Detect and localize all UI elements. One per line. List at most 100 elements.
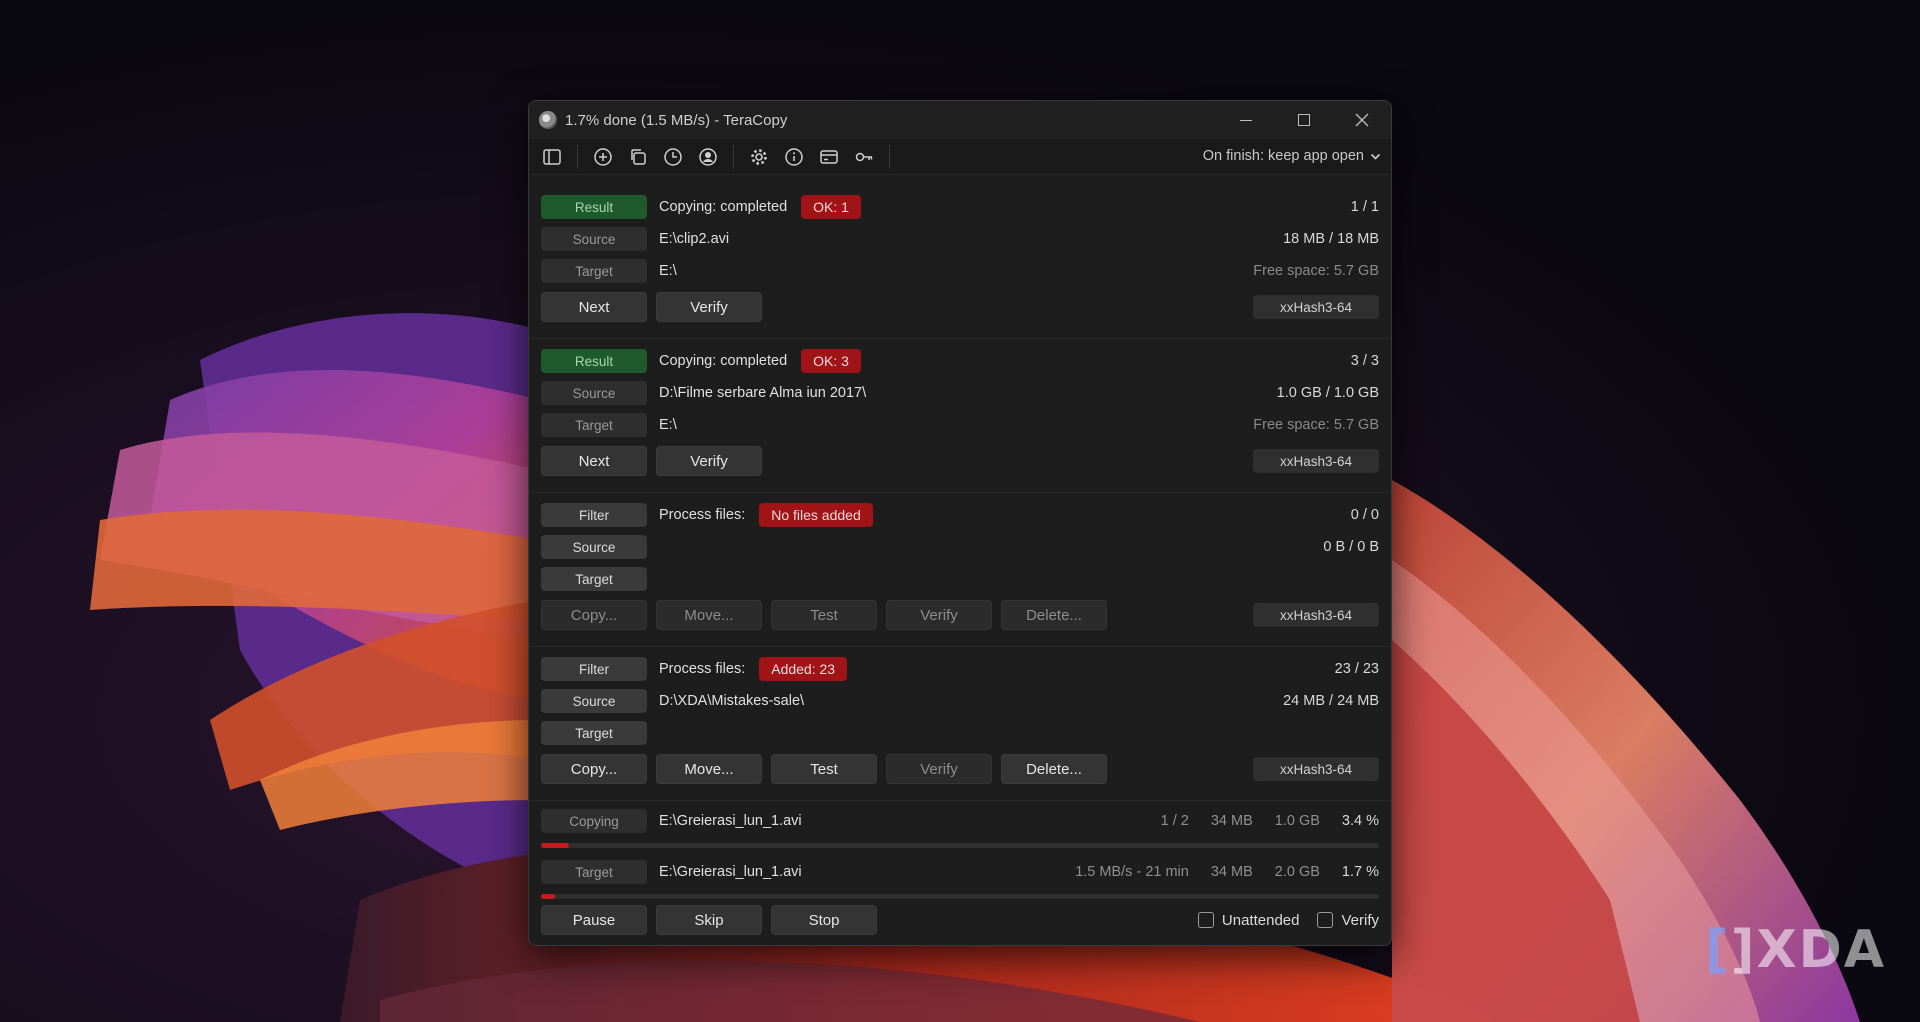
hash-algorithm[interactable]: xxHash3-64 [1253, 449, 1379, 473]
job-panel-4: Filter Process files: Added: 23 23 / 23 … [529, 647, 1391, 801]
source-path: D:\Filme serbare Alma iun 2017\ [659, 385, 867, 401]
status-badge: No files added [759, 503, 873, 527]
verify-button[interactable]: Verify [656, 292, 762, 322]
delete-button[interactable]: Delete... [1001, 754, 1107, 784]
minimize-button[interactable] [1217, 101, 1275, 139]
total-progress-bar [541, 894, 1379, 899]
copy-icon[interactable] [625, 144, 651, 170]
close-button[interactable] [1333, 101, 1391, 139]
gear-icon[interactable] [746, 144, 772, 170]
status-text: Process files: [659, 507, 746, 523]
target-path: E:\ [659, 263, 677, 279]
card-icon[interactable] [816, 144, 842, 170]
maximize-icon [1298, 114, 1310, 126]
move-button[interactable]: Move... [656, 754, 762, 784]
status-text: Copying: completed [659, 199, 788, 215]
verify-button[interactable]: Verify [656, 446, 762, 476]
title-bar[interactable]: 1.7% done (1.5 MB/s) - TeraCopy [529, 101, 1391, 139]
add-icon[interactable] [590, 144, 616, 170]
filter-button[interactable]: Filter [541, 657, 647, 681]
hash-algorithm[interactable]: xxHash3-64 [1253, 295, 1379, 319]
profile-icon[interactable] [695, 144, 721, 170]
source-tag[interactable]: Source [541, 381, 647, 405]
close-icon [1355, 113, 1369, 127]
target-button[interactable]: Target [541, 567, 647, 591]
copy-button[interactable]: Copy... [541, 600, 647, 630]
status-badge: OK: 3 [801, 349, 861, 373]
percent: 3.4 % [1341, 813, 1379, 829]
checkbox-box [1197, 912, 1214, 928]
file-progress-fill [541, 843, 570, 848]
app-icon [539, 111, 557, 129]
hash-algorithm[interactable]: xxHash3-64 [1253, 757, 1379, 781]
bytes-total: 2.0 GB [1274, 864, 1320, 880]
hash-algorithm[interactable]: xxHash3-64 [1253, 603, 1379, 627]
size-progress: 24 MB / 24 MB [1283, 693, 1379, 709]
unattended-label: Unattended [1221, 911, 1300, 929]
next-button[interactable]: Next [541, 446, 647, 476]
pause-button[interactable]: Pause [541, 905, 647, 935]
window-title: 1.7% done (1.5 MB/s) - TeraCopy [565, 111, 788, 129]
delete-button[interactable]: Delete... [1001, 600, 1107, 630]
copy-button[interactable]: Copy... [541, 754, 647, 784]
verify-button[interactable]: Verify [886, 754, 992, 784]
key-icon[interactable] [851, 144, 877, 170]
info-icon[interactable] [781, 144, 807, 170]
toolbar-separator [889, 144, 890, 169]
file-count: 0 / 0 [1350, 507, 1379, 523]
move-button[interactable]: Move... [656, 600, 762, 630]
target-file: E:\Greierasi_lun_1.avi [659, 864, 802, 880]
status-text: Process files: [659, 661, 746, 677]
checkbox-box [1317, 912, 1334, 928]
job-panel-1: Result Copying: completed OK: 1 1 / 1 So… [529, 185, 1391, 339]
sidebar-icon[interactable] [539, 144, 565, 170]
bytes-done: 34 MB [1210, 864, 1253, 880]
total-progress-fill [541, 894, 556, 899]
test-button[interactable]: Test [771, 600, 877, 630]
verify-button[interactable]: Verify [886, 600, 992, 630]
skip-button[interactable]: Skip [656, 905, 762, 935]
size-progress: 0 B / 0 B [1323, 539, 1379, 555]
free-space: Free space: 5.7 GB [1253, 263, 1379, 279]
copying-tag: Copying [541, 809, 647, 833]
unattended-checkbox[interactable]: Unattended [1197, 911, 1300, 929]
bytes-total: 1.0 GB [1274, 813, 1320, 829]
job-panel-2: Result Copying: completed OK: 3 3 / 3 So… [529, 339, 1391, 493]
teracopy-window: 1.7% done (1.5 MB/s) - TeraCopy On finis… [528, 100, 1392, 946]
on-finish-label: On finish: keep app open [1202, 148, 1364, 164]
minimize-icon [1240, 119, 1252, 121]
target-tag[interactable]: Target [541, 413, 647, 437]
size-progress: 18 MB / 18 MB [1283, 231, 1379, 247]
file-count: 1 / 1 [1350, 199, 1379, 215]
target-button[interactable]: Target [541, 721, 647, 745]
file-count: 3 / 3 [1350, 353, 1379, 369]
target-tag[interactable]: Target [541, 259, 647, 283]
file-index: 1 / 2 [1160, 813, 1189, 829]
test-button[interactable]: Test [771, 754, 877, 784]
progress-section: Copying E:\Greierasi_lun_1.avi 1 / 2 34 … [529, 801, 1391, 901]
speed-eta: 1.5 MB/s - 21 min [1075, 864, 1189, 880]
on-finish-dropdown[interactable]: On finish: keep app open [1203, 148, 1381, 164]
source-tag[interactable]: Source [541, 227, 647, 251]
result-tag: Result [541, 195, 647, 219]
next-button[interactable]: Next [541, 292, 647, 322]
target-tag: Target [541, 860, 647, 884]
footer: Pause Skip Stop Unattended Verify [541, 903, 1379, 937]
source-button[interactable]: Source [541, 689, 647, 713]
verify-label: Verify [1341, 911, 1379, 929]
filter-button[interactable]: Filter [541, 503, 647, 527]
verify-checkbox[interactable]: Verify [1317, 912, 1379, 929]
toolbar-separator [577, 144, 578, 169]
target-path: E:\ [659, 417, 677, 433]
size-progress: 1.0 GB / 1.0 GB [1276, 385, 1379, 401]
bytes-done: 34 MB [1210, 813, 1253, 829]
stop-button[interactable]: Stop [771, 905, 877, 935]
history-icon[interactable] [660, 144, 686, 170]
source-button[interactable]: Source [541, 535, 647, 559]
file-count: 23 / 23 [1334, 661, 1379, 677]
toolbar-separator [733, 144, 734, 169]
result-tag: Result [541, 349, 647, 373]
status-badge: Added: 23 [759, 657, 848, 681]
xda-watermark: []XDA [1704, 920, 1886, 980]
maximize-button[interactable] [1275, 101, 1333, 139]
